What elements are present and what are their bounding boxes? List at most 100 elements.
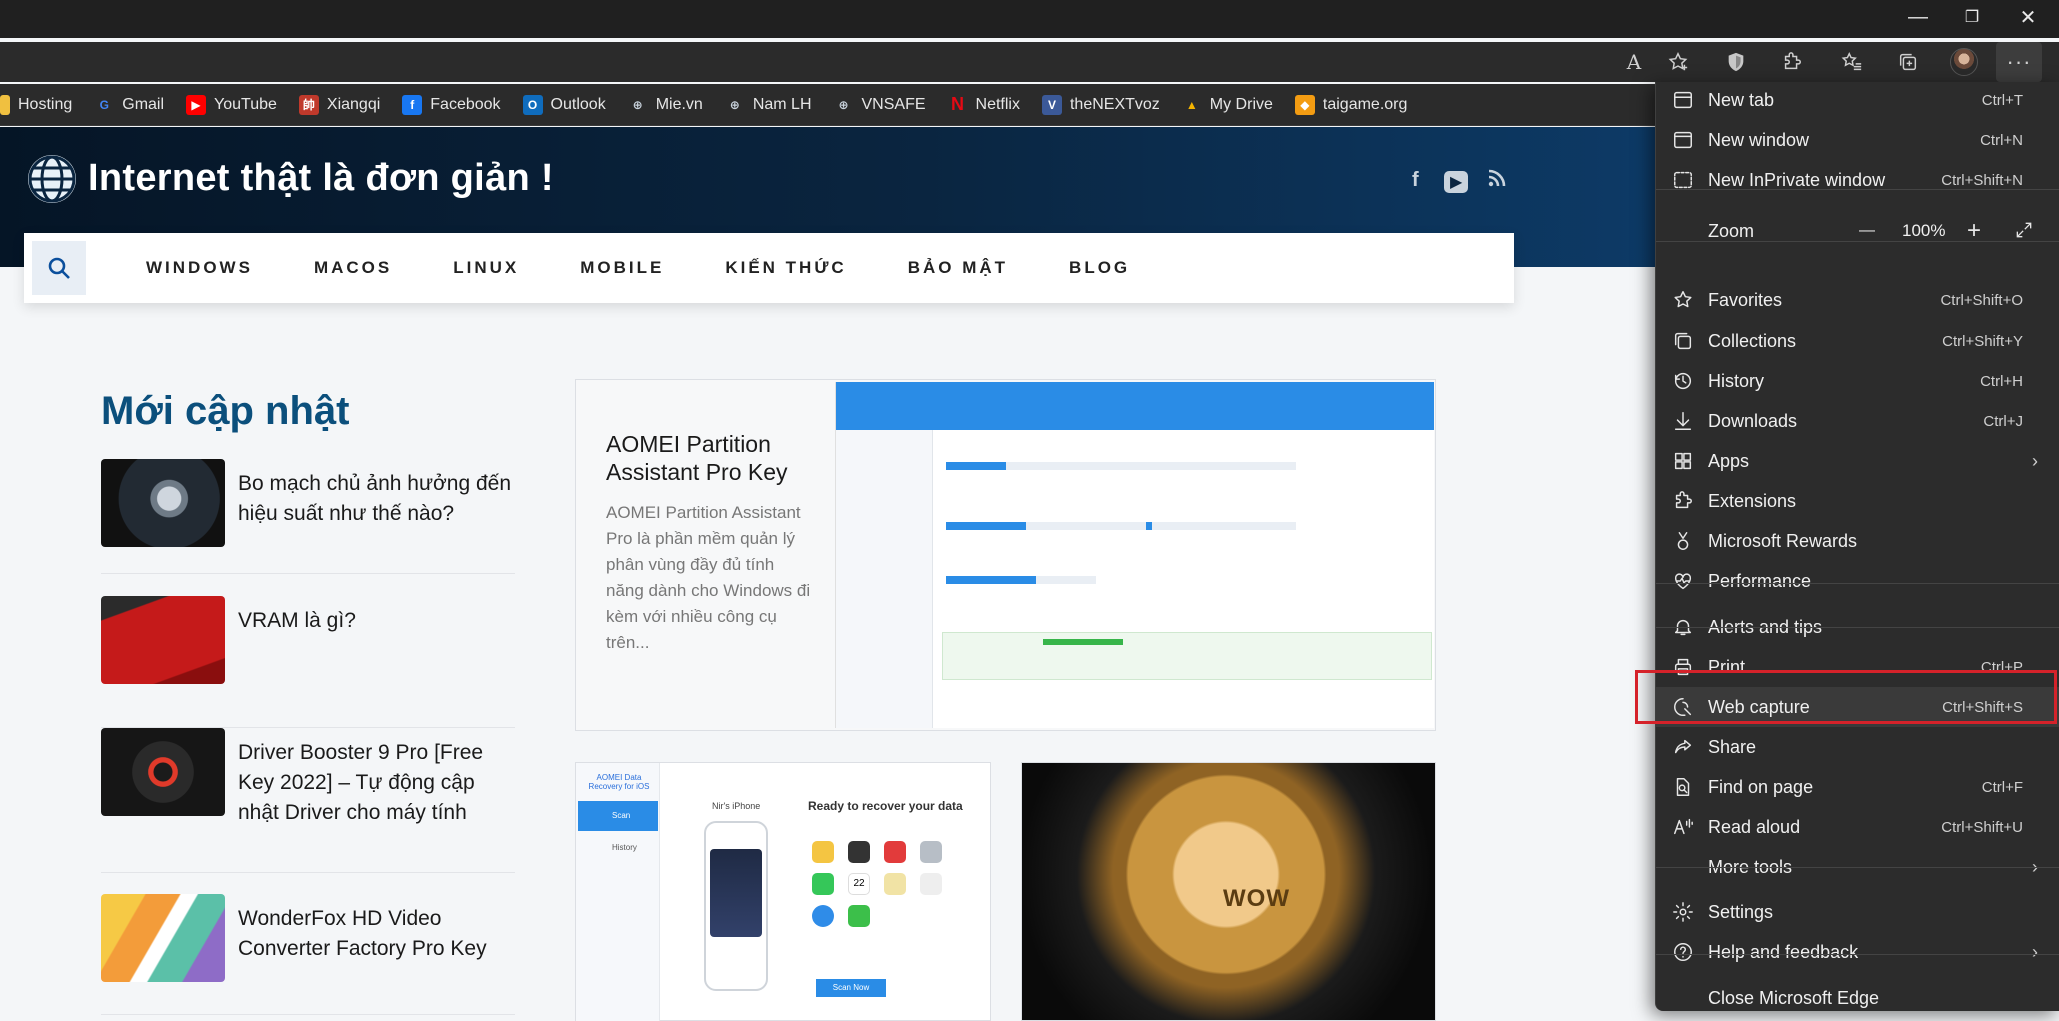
menu-item-label: New tab	[1708, 89, 1775, 110]
new-tab-icon	[1670, 87, 1696, 113]
nav-mobile[interactable]: MOBILE	[580, 258, 664, 278]
extensions-toolbar-button[interactable]	[1774, 46, 1810, 78]
chevron-right-icon: ›	[2032, 450, 2038, 471]
menu-item-close-microsoft-edge[interactable]: Close Microsoft Edge	[1656, 978, 2059, 1018]
menu-item-settings[interactable]: Settings	[1656, 892, 2059, 932]
menu-item-find-on-page[interactable]: Find on page Ctrl+F	[1656, 767, 2059, 807]
bookmark-thenextvoz[interactable]: VtheNEXTvoz	[1041, 94, 1160, 115]
menu-item-new-window[interactable]: New window Ctrl+N	[1656, 120, 2059, 160]
article-thumbnail[interactable]	[101, 596, 225, 684]
featured-image[interactable]	[835, 382, 1434, 728]
list-item[interactable]: VRAM là gì?	[101, 596, 518, 728]
device-name: Nir's iPhone	[712, 801, 761, 811]
rss-social-icon[interactable]	[1488, 169, 1506, 193]
bookmark-youtube[interactable]: ▶ YouTube	[186, 94, 277, 115]
nav-windows[interactable]: WINDOWS	[146, 258, 253, 278]
fullscreen-button[interactable]	[2014, 220, 2034, 245]
more-icon: ···	[2006, 49, 2032, 74]
bookmark-nam-lh[interactable]: ⊕ Nam LH	[725, 95, 812, 115]
article-thumbnail[interactable]	[101, 728, 225, 816]
close-window-button[interactable]: ✕	[2000, 0, 2056, 34]
featured-title[interactable]: AOMEI Partition Assistant Pro Key	[606, 430, 836, 486]
zoom-in-button[interactable]: +	[1967, 217, 1981, 245]
article-title[interactable]: Driver Booster 9 Pro [Free Key 2022] – T…	[238, 738, 518, 828]
minimize-button[interactable]: —	[1890, 0, 1946, 34]
menu-item-microsoft-rewards[interactable]: Microsoft Rewards	[1656, 521, 2059, 561]
bookmark-vnsafe[interactable]: ⊕ VNSAFE	[834, 95, 925, 115]
bookmark-hosting[interactable]: Hosting	[0, 94, 72, 115]
nav-kien-thuc[interactable]: KIẾN THỨC	[725, 258, 846, 278]
bookmark-facebook[interactable]: f Facebook	[402, 94, 501, 115]
menu-item-label: Performance	[1708, 570, 1812, 591]
bookmark-netflix[interactable]: N Netflix	[948, 94, 1020, 115]
article-title[interactable]: WonderFox HD Video Converter Factory Pro…	[238, 904, 518, 964]
sidebar-item-history[interactable]: History	[578, 843, 658, 863]
menu-item-label: Apps	[1708, 450, 1750, 471]
add-favorite-button[interactable]	[1660, 46, 1696, 78]
nav-linux[interactable]: LINUX	[453, 258, 519, 278]
sidebar-item-scan[interactable]: Scan	[578, 801, 658, 831]
menu-item-shortcut: Ctrl+Shift+U	[1941, 818, 2023, 836]
menu-item-label: Find on page	[1708, 776, 1814, 797]
site-search-button[interactable]	[32, 241, 86, 295]
menu-item-extensions[interactable]: Extensions	[1656, 481, 2059, 521]
help-icon	[1670, 939, 1696, 965]
bookmark-xiangqi[interactable]: 帥 Xiangqi	[298, 94, 380, 115]
menu-item-apps[interactable]: Apps ›	[1656, 441, 2059, 481]
menu-item-new-tab[interactable]: New tab Ctrl+T	[1656, 80, 2059, 120]
menu-item-label: Settings	[1708, 901, 1774, 922]
menu-divider	[1656, 867, 2059, 868]
menu-item-label: New window	[1708, 129, 1810, 150]
bookmark-my-drive[interactable]: ▲ My Drive	[1182, 95, 1273, 115]
nav-blog[interactable]: BLOG	[1069, 258, 1130, 278]
bookmark-gmail[interactable]: G Gmail	[94, 95, 164, 115]
article-thumbnail[interactable]	[101, 459, 225, 547]
article-thumbnail[interactable]	[101, 894, 225, 982]
settings-and-more-menu: New tab Ctrl+T New window Ctrl+N New InPriva…	[1655, 82, 2059, 1011]
bookmark-taigame-org[interactable]: ◆ taigame.org	[1294, 94, 1407, 115]
zoom-out-button[interactable]: —	[1859, 222, 1875, 240]
share-icon	[1670, 734, 1696, 760]
favorites-toolbar-button[interactable]	[1834, 46, 1870, 78]
profile-button[interactable]	[1946, 46, 1982, 78]
list-item[interactable]: Bo mạch chủ ảnh hưởng đến hiệu suất như …	[101, 459, 518, 574]
menu-item-collections[interactable]: Collections Ctrl+Shift+Y	[1656, 321, 2059, 361]
menu-item-new-inprivate-window[interactable]: New InPrivate window Ctrl+Shift+N	[1656, 160, 2059, 200]
collections-toolbar-button[interactable]	[1890, 46, 1926, 78]
calendar-day: 22	[848, 873, 870, 895]
list-item[interactable]: Driver Booster 9 Pro [Free Key 2022] – T…	[101, 728, 518, 873]
history-icon	[1670, 368, 1696, 394]
scan-now-button[interactable]: Scan Now	[816, 979, 886, 997]
menu-item-favorites[interactable]: Favorites Ctrl+Shift+O	[1656, 280, 2059, 320]
menu-item-share[interactable]: Share	[1656, 727, 2059, 767]
menu-item-history[interactable]: History Ctrl+H	[1656, 361, 2059, 401]
youtube-social-icon[interactable]: ▶	[1444, 171, 1469, 193]
bookmark-label: Outlook	[550, 95, 606, 113]
globe-logo-icon	[28, 155, 76, 203]
list-item[interactable]: WonderFox HD Video Converter Factory Pro…	[101, 894, 518, 1015]
restore-button[interactable]: ❐	[1944, 0, 2000, 34]
read-aloud-toolbar-button[interactable]: A	[1616, 46, 1652, 78]
article-card[interactable]: WOW	[1021, 762, 1436, 1021]
settings-and-more-button[interactable]: ···	[1996, 42, 2042, 82]
bookmark-mie-vn[interactable]: ⊕ Mie.vn	[628, 95, 703, 115]
menu-item-performance[interactable]: Performance	[1656, 561, 2059, 601]
menu-item-read-aloud[interactable]: Read aloud Ctrl+Shift+U	[1656, 807, 2059, 847]
site-title[interactable]: Internet thật là đơn giản !	[88, 157, 554, 200]
menu-item-downloads[interactable]: Downloads Ctrl+J	[1656, 401, 2059, 441]
article-title[interactable]: Bo mạch chủ ảnh hưởng đến hiệu suất như …	[238, 469, 518, 529]
featured-article-card[interactable]: AOMEI Partition Assistant Pro Key AOMEI …	[575, 379, 1436, 731]
bookmark-outlook[interactable]: O Outlook	[522, 94, 606, 115]
menu-item-help-and-feedback[interactable]: Help and feedback ›	[1656, 932, 2059, 972]
article-title[interactable]: VRAM là gì?	[238, 606, 518, 636]
nav-macos[interactable]: MACOS	[314, 258, 392, 278]
divider	[101, 1014, 515, 1015]
menu-item-shortcut: Ctrl+Shift+Y	[1942, 332, 2023, 350]
facebook-social-icon[interactable]: f	[1412, 169, 1419, 192]
article-card[interactable]: AOMEI Data Recovery for iOS Scan History…	[575, 762, 991, 1021]
shield-extension-button[interactable]	[1718, 46, 1754, 78]
section-title: Mới cập nhật	[101, 389, 350, 433]
address-field[interactable]	[0, 44, 1590, 80]
globe-icon: ⊕	[632, 97, 643, 112]
nav-bao-mat[interactable]: BẢO MẬT	[908, 258, 1008, 278]
